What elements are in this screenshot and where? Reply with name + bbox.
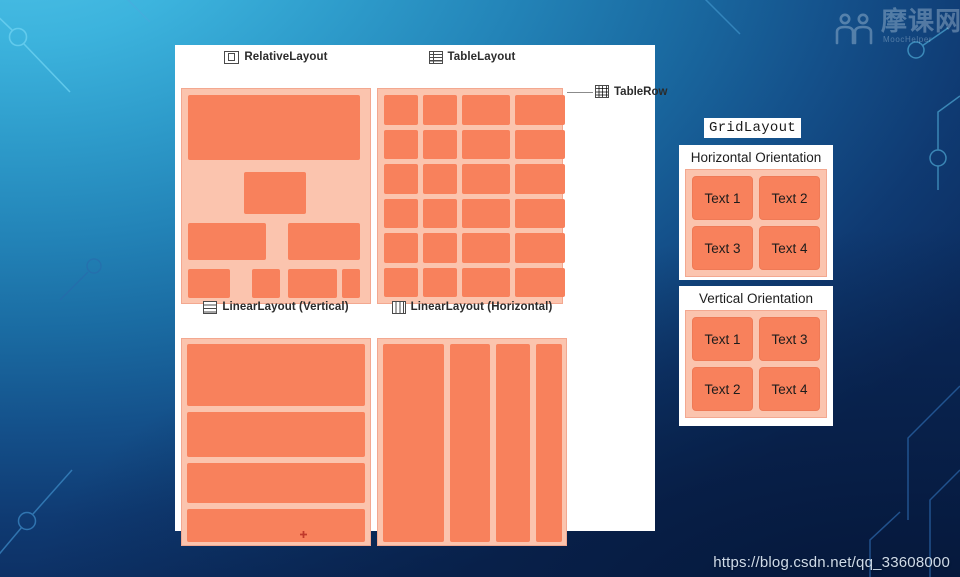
linear-vertical-label: LinearLayout (Vertical) [222, 301, 349, 313]
relative-layout-container [181, 88, 371, 304]
table-cell [515, 95, 565, 125]
table-cell [384, 267, 418, 297]
relative-block [188, 223, 266, 260]
watermark-en-text: MoocHelper [883, 35, 933, 44]
grid-layout-title: GridLayout [704, 118, 802, 138]
relative-block [288, 269, 337, 298]
table-cell [462, 198, 510, 228]
diagram-panel: RelativeLayout TableLayout TableRow Line… [175, 45, 667, 546]
watermark-cn-text: 摩课网 [881, 7, 960, 37]
table-row-label: TableRow [614, 85, 668, 98]
grid-card-vertical-orientation: Vertical Orientation Text 1 Text 3 Text … [679, 286, 833, 426]
table-layout-label-row: TableLayout [373, 47, 571, 67]
linear-horizontal-label-row: LinearLayout (Horizontal) [373, 297, 571, 317]
grid-cell[interactable]: Text 2 [692, 367, 753, 411]
table-cell [423, 267, 457, 297]
quadrant-relative-layout: RelativeLayout [177, 47, 375, 304]
relative-block [288, 223, 360, 260]
table-cell [462, 164, 510, 194]
table-row-connector [567, 92, 593, 94]
quadrant-linear-layout-horizontal: LinearLayout (Horizontal) [373, 297, 571, 546]
table-cell [515, 129, 565, 159]
linear-horizontal-bar [383, 344, 444, 542]
table-cell [384, 129, 418, 159]
red-plus-marker [300, 531, 307, 538]
table-cell [384, 95, 418, 125]
grid-cell[interactable]: Text 1 [692, 317, 753, 361]
linear-horizontal-bar [450, 344, 490, 542]
linear-horizontal-label: LinearLayout (Horizontal) [410, 301, 553, 313]
linear-vertical-bar [187, 509, 365, 542]
grid-cell[interactable]: Text 2 [759, 176, 820, 220]
table-cell [462, 129, 510, 159]
table-cell [384, 198, 418, 228]
table-layout-icon [428, 50, 443, 64]
linear-horizontal-container [377, 338, 567, 546]
table-cell [384, 164, 418, 194]
table-layout-label: TableLayout [447, 51, 516, 63]
table-cell [515, 164, 565, 194]
quadrant-linear-layout-vertical: LinearLayout (Vertical) [177, 297, 375, 546]
relative-block [244, 172, 306, 214]
table-cell [423, 95, 457, 125]
vertical-orientation-title: Vertical Orientation [698, 291, 814, 306]
quadrant-table-layout: TableLayout [373, 47, 571, 304]
linear-vertical-label-row: LinearLayout (Vertical) [177, 297, 375, 317]
table-cell [515, 233, 565, 263]
grid-cell[interactable]: Text 3 [759, 317, 820, 361]
vertical-orientation-grid: Text 1 Text 3 Text 2 Text 4 [685, 310, 827, 418]
relative-layout-icon [224, 50, 240, 64]
table-layout-container [377, 88, 565, 304]
grid-card-horizontal-orientation: Horizontal Orientation Text 1 Text 2 Tex… [679, 145, 833, 280]
table-cell [462, 233, 510, 263]
table-cell [423, 198, 457, 228]
linear-layout-horizontal-icon [391, 300, 406, 314]
relative-layout-label: RelativeLayout [244, 51, 328, 63]
grid-cell[interactable]: Text 1 [692, 176, 753, 220]
table-cell [423, 129, 457, 159]
linear-vertical-bar [187, 344, 365, 406]
table-cell [515, 267, 565, 297]
horizontal-orientation-grid: Text 1 Text 2 Text 3 Text 4 [685, 169, 827, 277]
relative-layout-label-row: RelativeLayout [177, 47, 375, 67]
linear-horizontal-bar [536, 344, 562, 542]
linear-layout-vertical-icon [203, 300, 218, 314]
table-cell [423, 233, 457, 263]
linear-horizontal-bar [496, 344, 530, 542]
grid-cell[interactable]: Text 4 [759, 226, 820, 270]
footer-url: https://blog.csdn.net/qq_33608000 [713, 554, 950, 571]
linear-vertical-bar [187, 463, 365, 503]
screenshot-root: 摩课网 MoocHelper RelativeLayout TableLayou… [0, 0, 960, 577]
relative-block [342, 269, 360, 298]
relative-block [188, 269, 230, 298]
relative-block [188, 95, 360, 160]
linear-vertical-bar [187, 412, 365, 457]
table-cell [515, 198, 565, 228]
horizontal-orientation-title: Horizontal Orientation [690, 150, 822, 165]
table-row-icon [595, 85, 609, 98]
linear-vertical-container [181, 338, 371, 546]
grid-cell[interactable]: Text 4 [759, 367, 820, 411]
watermark: 摩课网 MoocHelper [833, 6, 960, 50]
table-cell [462, 267, 510, 297]
table-cell [423, 164, 457, 194]
relative-block [252, 269, 280, 298]
table-row-callout: TableRow [595, 85, 667, 98]
table-cell [384, 233, 418, 263]
table-cell [462, 95, 510, 125]
grid-cell[interactable]: Text 3 [692, 226, 753, 270]
two-people-icon [835, 13, 873, 45]
